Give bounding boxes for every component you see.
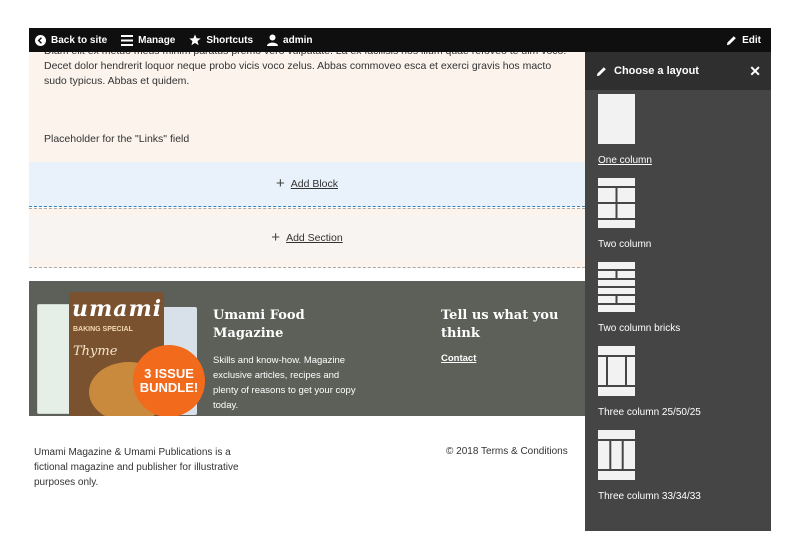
footer-promo-band: umami BAKING SPECIAL Thyme 3 ISSUE BUNDL…: [29, 281, 585, 416]
sidebar-header: Choose a layout ✕: [585, 52, 771, 90]
three-column-33-34-33-icon: [598, 430, 635, 480]
magazine-covers-image: umami BAKING SPECIAL Thyme 3 ISSUE BUNDL…: [35, 289, 205, 416]
sidebar-title: Choose a layout: [614, 65, 699, 77]
back-arrow-icon: [35, 34, 46, 46]
add-block-link[interactable]: + Add Block: [275, 175, 339, 192]
edit-toggle[interactable]: Edit: [720, 28, 771, 52]
layout-option-label: Three column 25/50/25: [598, 407, 701, 418]
layout-option-label: Two column: [598, 239, 652, 250]
cover-subtitle: BAKING SPECIAL: [73, 326, 133, 333]
add-section-link[interactable]: + Add Section: [271, 228, 343, 246]
close-icon[interactable]: ✕: [749, 63, 761, 80]
layout-option-one-column[interactable]: One column: [598, 94, 758, 166]
add-block-label: Add Block: [290, 178, 339, 190]
layout-option-three-column-25-50-25[interactable]: Three column 25/50/25: [598, 346, 758, 418]
manage-menu[interactable]: Manage: [115, 28, 183, 52]
layout-option-two-column-bricks[interactable]: Two column bricks: [598, 262, 758, 334]
copyright-line: © 2018 Terms & Conditions: [446, 446, 568, 457]
layout-builder-canvas: Diam elit ex metuo meus minim paratus pr…: [29, 52, 585, 416]
body-region: Diam elit ex metuo meus minim paratus pr…: [29, 52, 585, 162]
star-icon: [189, 34, 202, 46]
bundle-badge: 3 ISSUE BUNDLE!: [133, 345, 205, 416]
contact-link[interactable]: Contact: [441, 353, 476, 364]
back-to-site-link[interactable]: Back to site: [29, 28, 115, 52]
add-section-label: Add Section: [286, 231, 343, 244]
layout-option-label: Three column 33/34/33: [598, 491, 701, 502]
layout-option-label: Two column bricks: [598, 323, 681, 334]
two-column-icon: [598, 178, 635, 228]
three-column-25-50-25-icon: [598, 346, 635, 396]
add-section-bar: + Add Section: [29, 215, 585, 260]
copyright-text: © 2018: [446, 446, 479, 457]
choose-layout-sidebar: Choose a layout ✕ One column Two column …: [585, 52, 771, 531]
body-text: Diam elit ex metuo meus minim paratus pr…: [44, 52, 566, 87]
edit-label: Edit: [742, 34, 761, 46]
layout-option-label: One column: [598, 155, 652, 166]
plus-icon: +: [271, 228, 281, 246]
manage-label: Manage: [138, 34, 176, 46]
layout-option-two-column[interactable]: Two column: [598, 178, 758, 250]
two-column-bricks-icon: [598, 262, 635, 312]
add-section-region: + Add Section: [29, 208, 585, 268]
plus-icon: +: [275, 175, 285, 192]
feedback-title: Tell us what you think: [441, 308, 559, 341]
back-to-site-label: Back to site: [51, 34, 108, 46]
layout-option-three-column-33-34-33[interactable]: Three column 33/34/33: [598, 430, 758, 502]
terms-link[interactable]: Terms & Conditions: [481, 446, 568, 457]
admin-toolbar: Back to site Manage Shortcuts admin Edit: [29, 28, 771, 52]
add-block-region: + Add Block: [29, 162, 585, 207]
magazine-title: Umami Food Magazine: [213, 308, 305, 341]
badge-line-1: 3 ISSUE: [144, 366, 194, 381]
links-placeholder: Placeholder for the "Links" field: [44, 133, 190, 145]
cover-headline: Thyme: [73, 344, 118, 359]
pencil-icon: [596, 66, 606, 76]
pencil-icon: [727, 35, 736, 45]
shortcuts-menu[interactable]: Shortcuts: [183, 28, 261, 52]
user-label: admin: [283, 34, 313, 46]
shortcuts-label: Shortcuts: [206, 34, 254, 46]
user-icon: [267, 34, 279, 46]
hamburger-icon: [121, 34, 134, 46]
magazine-description: Skills and know-how. Magazine exclusive …: [213, 355, 356, 411]
disclaimer-text: Umami Magazine & Umami Publications is a…: [34, 447, 239, 488]
cover-masthead: umami: [72, 296, 163, 322]
user-menu[interactable]: admin: [261, 28, 320, 52]
one-column-icon: [598, 94, 635, 144]
badge-line-2: BUNDLE!: [139, 380, 199, 395]
